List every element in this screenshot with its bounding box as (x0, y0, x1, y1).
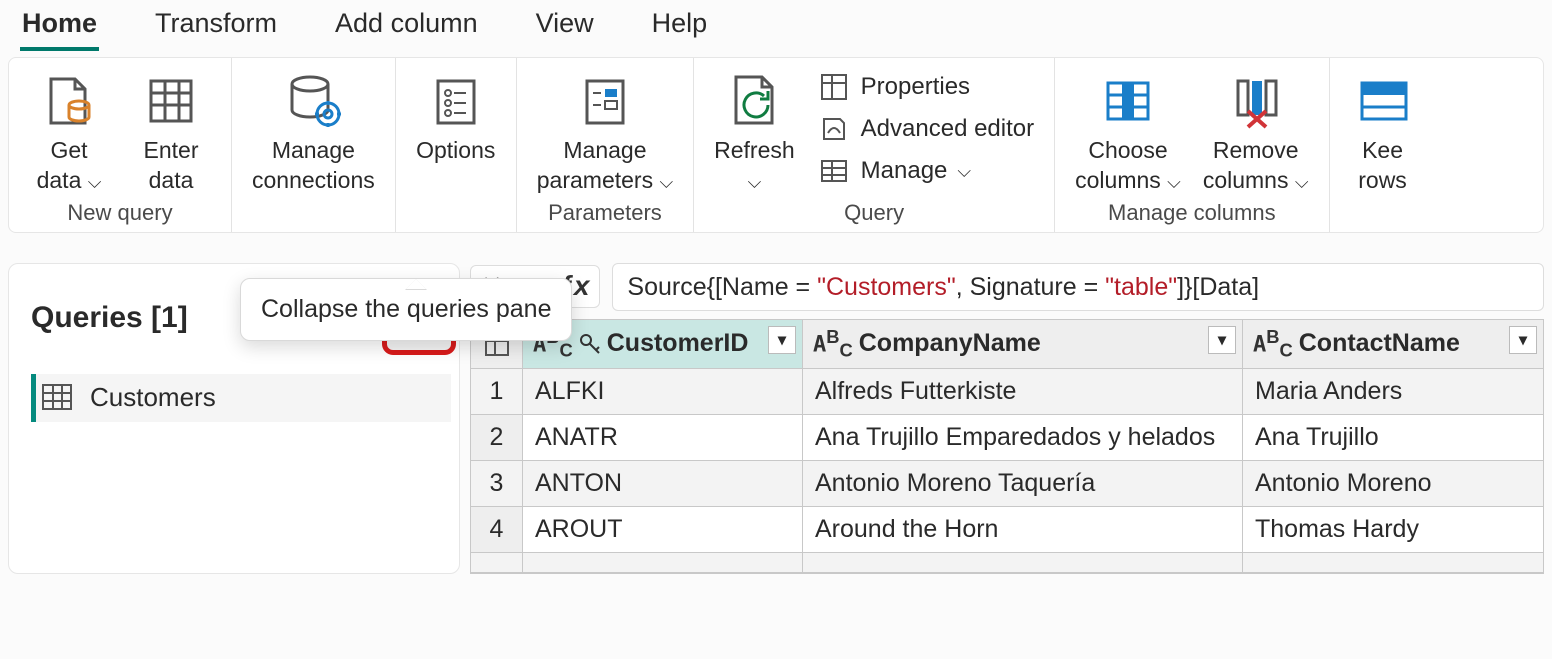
group-new-query: Get data ⌵ Enter data New query (9, 58, 232, 232)
key-icon (579, 333, 601, 355)
text-type-icon: ABC (813, 326, 853, 362)
group-query: Refresh⌵ Properties Advanced editor (694, 58, 1055, 232)
col-header-companyname[interactable]: ABC CompanyName ▾ (803, 320, 1243, 368)
manage-icon (817, 154, 851, 188)
table-row[interactable]: 2 ANATR Ana Trujillo Emparedados y helad… (471, 415, 1543, 461)
tab-transform[interactable]: Transform (153, 8, 279, 51)
get-data-icon (36, 68, 102, 134)
manage-connections-icon (280, 68, 346, 134)
group-reduce-rows: Kee rows . (1330, 58, 1416, 232)
data-grid: ABC CustomerID ▾ ABC CompanyName ▾ ABC C… (470, 319, 1544, 574)
col-header-contactname[interactable]: ABC ContactName ▾ (1243, 320, 1543, 368)
table-icon (40, 380, 76, 416)
table-row[interactable]: 3 ANTON Antonio Moreno Taquería Antonio … (471, 461, 1543, 507)
enter-data-button[interactable]: Enter data (131, 64, 211, 196)
refresh-button[interactable]: Refresh⌵ (714, 64, 795, 196)
table-row[interactable] (471, 553, 1543, 573)
table-row[interactable]: 4 AROUT Around the Horn Thomas Hardy (471, 507, 1543, 553)
col-filter-contactname[interactable]: ▾ (1509, 326, 1537, 354)
formula-bar: ✕ ✓ ƒx Source{[Name = "Customers", Signa… (470, 263, 1544, 311)
formula-input[interactable]: Source{[Name = "Customers", Signature = … (612, 263, 1544, 311)
tab-view[interactable]: View (534, 8, 596, 51)
choose-columns-button[interactable]: Choose columns ⌵ (1075, 64, 1181, 196)
tab-addcolumn[interactable]: Add column (333, 8, 480, 51)
table-row[interactable]: 1 ALFKI Alfreds Futterkiste Maria Anders (471, 369, 1543, 415)
options-icon (423, 68, 489, 134)
group-label-manage-columns: Manage columns (1108, 200, 1276, 226)
refresh-icon (721, 68, 787, 134)
text-type-icon: ABC (1253, 326, 1293, 362)
choose-columns-icon (1095, 68, 1161, 134)
col-filter-companyname[interactable]: ▾ (1208, 326, 1236, 354)
tooltip-collapse-pane: Collapse the queries pane (240, 278, 572, 341)
group-options: Options . (396, 58, 517, 232)
group-parameters: Manage parameters ⌵ Parameters (517, 58, 694, 232)
group-connections: Manage connections . (232, 58, 396, 232)
query-item-customers[interactable]: Customers (31, 374, 451, 422)
options-button[interactable]: Options (416, 64, 496, 166)
group-manage-columns: Choose columns ⌵ Remove columns ⌵ Manage… (1055, 58, 1329, 232)
manage-query-button[interactable]: Manage ⌵ (817, 154, 1034, 188)
remove-columns-button[interactable]: Remove columns ⌵ (1203, 64, 1309, 196)
ribbon: Get data ⌵ Enter data New query (8, 57, 1544, 233)
group-label-query: Query (844, 200, 904, 226)
manage-parameters-icon (572, 68, 638, 134)
properties-button[interactable]: Properties (817, 70, 1034, 104)
manage-parameters-button[interactable]: Manage parameters ⌵ (537, 64, 673, 196)
get-data-button[interactable]: Get data ⌵ (29, 64, 109, 196)
queries-pane-title: Queries [1] (31, 301, 188, 335)
keep-rows-button[interactable]: Kee rows (1350, 64, 1416, 196)
keep-rows-icon (1350, 68, 1416, 134)
tab-help[interactable]: Help (650, 8, 710, 51)
enter-data-icon (138, 68, 204, 134)
properties-icon (817, 70, 851, 104)
advanced-editor-icon (817, 112, 851, 146)
group-label-new-query: New query (67, 200, 172, 226)
ribbon-tabs: Home Transform Add column View Help (0, 0, 1552, 51)
tab-home[interactable]: Home (20, 8, 99, 51)
col-filter-customerid[interactable]: ▾ (768, 326, 796, 354)
query-mini-list: Properties Advanced editor Manage ⌵ (817, 64, 1034, 188)
remove-columns-icon (1223, 68, 1289, 134)
manage-connections-button[interactable]: Manage connections (252, 64, 375, 196)
advanced-editor-button[interactable]: Advanced editor (817, 112, 1034, 146)
group-label-parameters: Parameters (548, 200, 662, 226)
